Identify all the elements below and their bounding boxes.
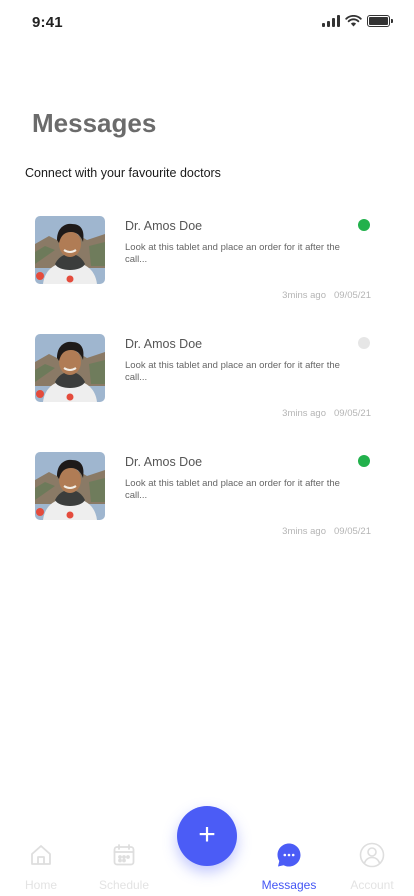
message-item[interactable]: Dr. Amos Doe Look at this tablet and plac… (0, 450, 414, 568)
message-date: 09/05/21 (334, 526, 371, 537)
doctor-name: Dr. Amos Doe (125, 455, 203, 469)
message-list: Dr. Amos Doe Look at this tablet and plac… (0, 214, 414, 568)
cellular-signal-icon (322, 15, 340, 27)
message-date: 09/05/21 (334, 408, 371, 419)
message-time-ago: 3mins ago (282, 408, 327, 419)
nav-label-schedule: Schedule (98, 878, 150, 892)
home-icon (28, 842, 54, 868)
nav-label-home: Home (24, 878, 57, 892)
doctor-name: Dr. Amos Doe (125, 219, 203, 233)
message-meta: 3mins ago 09/05/21 (282, 526, 371, 537)
nav-home[interactable]: Home (1, 842, 81, 892)
message-preview: Look at this tablet and place an order f… (125, 478, 340, 501)
message-time-ago: 3mins ago (282, 290, 327, 301)
chat-icon (276, 842, 302, 868)
page-subtitle: Connect with your favourite doctors (25, 166, 221, 180)
status-bar: 9:41 (0, 0, 414, 44)
message-preview: Look at this tablet and place an order f… (125, 360, 340, 383)
online-status-dot (358, 337, 370, 349)
status-time: 9:41 (32, 14, 63, 31)
message-preview: Look at this tablet and place an order f… (125, 242, 340, 265)
nav-account[interactable]: Account (332, 842, 412, 892)
message-date: 09/05/21 (334, 290, 371, 301)
new-message-button[interactable]: + (177, 806, 237, 866)
nav-label-messages: Messages (261, 878, 317, 892)
message-time-ago: 3mins ago (282, 526, 327, 537)
nav-messages[interactable]: Messages (249, 842, 329, 892)
plus-icon: + (198, 818, 216, 851)
wifi-icon (345, 15, 362, 27)
doctor-avatar (35, 216, 105, 284)
message-item[interactable]: Dr. Amos Doe Look at this tablet and plac… (0, 214, 414, 332)
message-meta: 3mins ago 09/05/21 (282, 408, 371, 419)
nav-schedule[interactable]: Schedule (84, 842, 164, 892)
calendar-icon (111, 842, 137, 868)
user-icon (359, 842, 385, 868)
battery-icon (367, 15, 393, 27)
doctor-avatar (35, 334, 105, 402)
message-item[interactable]: Dr. Amos Doe Look at this tablet and plac… (0, 332, 414, 450)
page-title: Messages (32, 108, 157, 138)
online-status-dot (358, 455, 370, 467)
status-icons (322, 15, 393, 27)
nav-label-account: Account (350, 878, 394, 892)
message-meta: 3mins ago 09/05/21 (282, 290, 371, 301)
doctor-avatar (35, 452, 105, 520)
doctor-name: Dr. Amos Doe (125, 337, 203, 351)
online-status-dot (358, 219, 370, 231)
